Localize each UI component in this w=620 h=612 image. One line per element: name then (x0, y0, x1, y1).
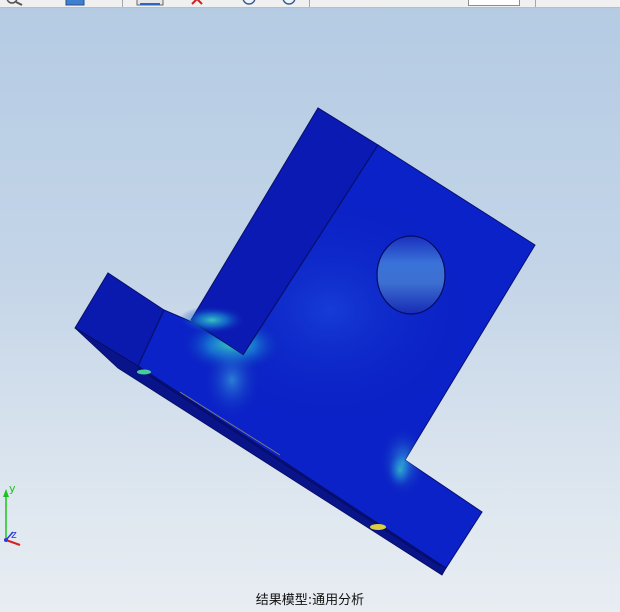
rotate-icon[interactable] (240, 0, 258, 6)
model-viewport[interactable]: y z (0, 8, 620, 612)
axis-icon[interactable] (188, 0, 208, 6)
through-hole (376, 235, 446, 315)
display-icon[interactable] (136, 0, 164, 6)
z-axis-label: z (11, 528, 17, 541)
dropdown-field[interactable] (468, 0, 520, 6)
rotate-icon[interactable] (280, 0, 298, 6)
model-caption: 结果模型:通用分析 (255, 593, 365, 608)
toolbar (0, 0, 620, 8)
stress-peak (370, 524, 386, 530)
y-axis-label: y (9, 482, 16, 495)
view-icon[interactable] (64, 0, 86, 6)
toolbar-separator (535, 0, 536, 7)
zoom-icon[interactable] (2, 0, 26, 6)
stress-hotspot (178, 306, 246, 334)
toolbar-separator (309, 0, 310, 7)
viewport-window[interactable]: y z 结果模型:通用分析 (0, 0, 620, 612)
stress-peak (137, 369, 151, 375)
fea-result-model[interactable]: y z (0, 8, 620, 612)
toolbar-separator (122, 0, 123, 7)
